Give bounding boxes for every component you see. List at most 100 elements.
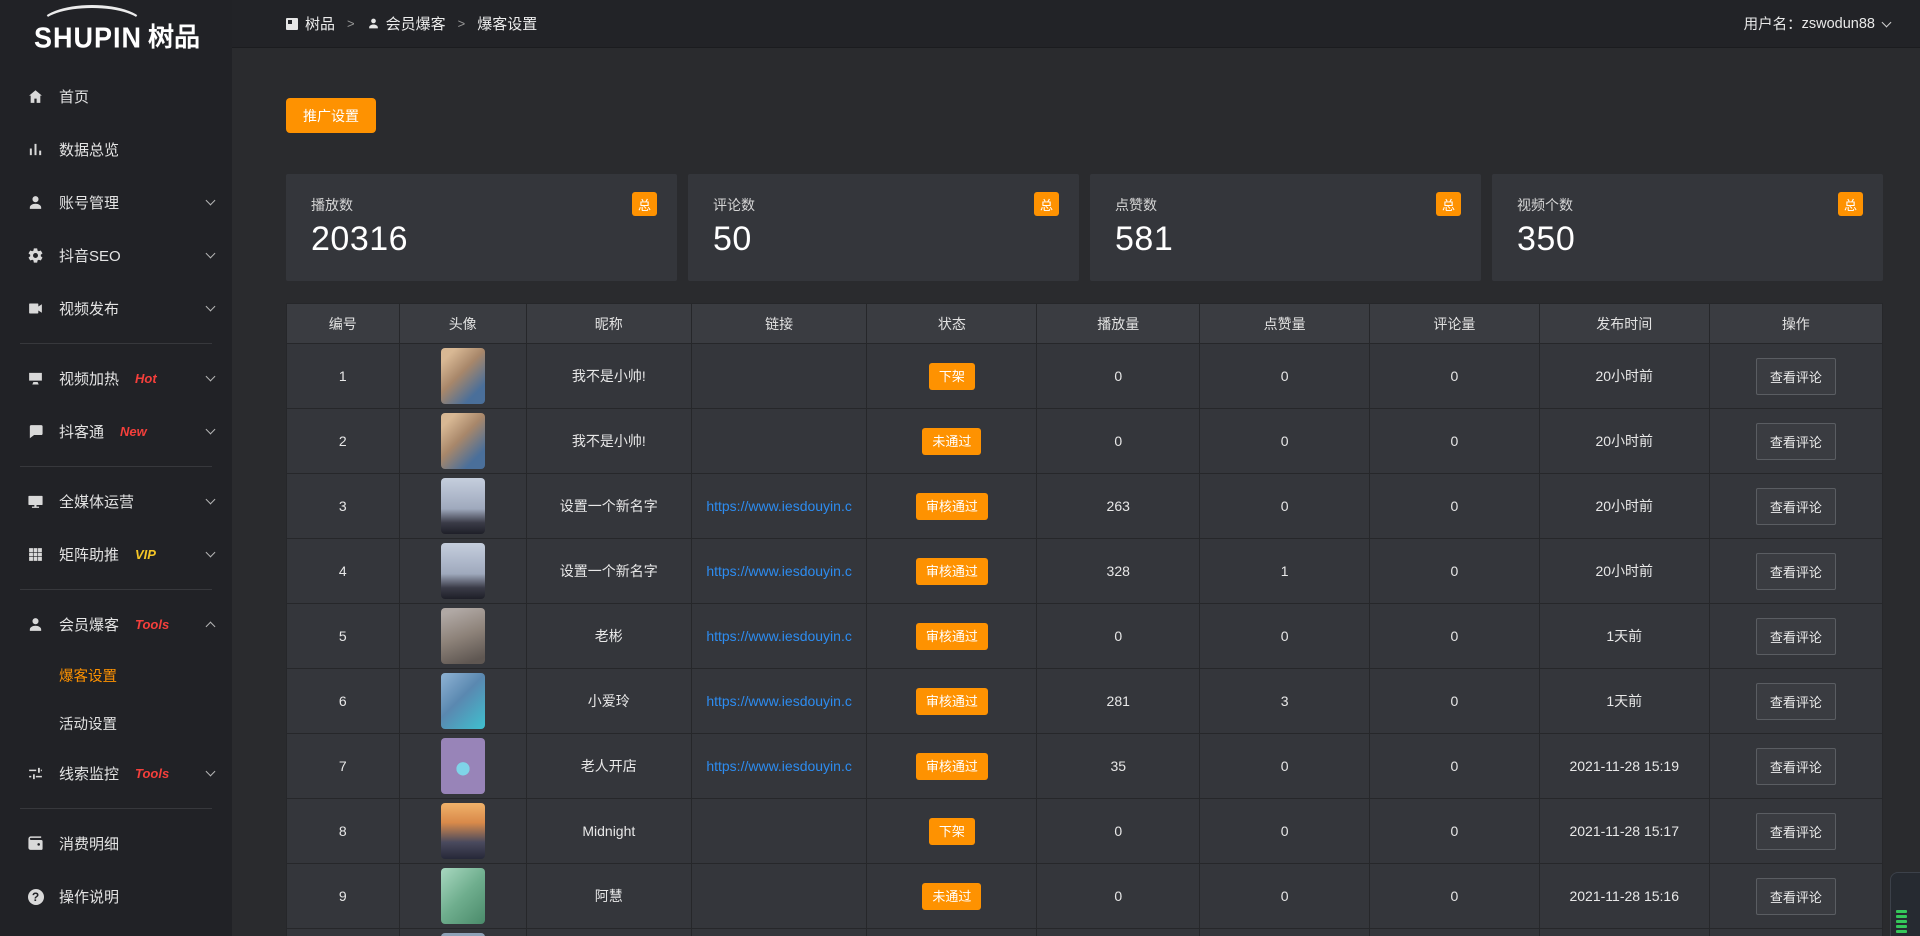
column-header: 昵称 bbox=[526, 304, 691, 344]
user-menu[interactable]: 用户名： zswodun88 bbox=[1744, 13, 1890, 34]
stat-label: 点赞数 bbox=[1115, 195, 1481, 215]
sidebar-item-member-baoke[interactable]: 会员爆客Tools bbox=[0, 598, 232, 651]
promo-settings-button[interactable]: 推广设置 bbox=[286, 98, 376, 133]
likes-count: 0 bbox=[1200, 409, 1370, 474]
stat-label: 播放数 bbox=[311, 195, 677, 215]
sidebar-item-clue-monitoring[interactable]: 线索监控Tools bbox=[0, 747, 232, 800]
chevron-down-icon bbox=[206, 249, 216, 259]
sidebar-item-label: 矩阵助推 bbox=[59, 544, 119, 565]
sidebar-subitem-activity-settings[interactable]: 活动设置 bbox=[0, 699, 232, 747]
sidebar-item-video-heating[interactable]: 视频加热Hot bbox=[0, 352, 232, 405]
sidebar-item-home[interactable]: 首页 bbox=[0, 70, 232, 123]
row-id: 3 bbox=[287, 474, 400, 539]
likes-count: 0 bbox=[1200, 734, 1370, 799]
sidebar-item-label: 首页 bbox=[59, 86, 89, 107]
sidebar-subitem-baoke-settings[interactable]: 爆客设置 bbox=[0, 651, 232, 699]
sidebar-item-video-publish[interactable]: 视频发布 bbox=[0, 282, 232, 335]
chevron-down-icon bbox=[206, 767, 216, 777]
video-link[interactable]: https://www.iesdouyin.c bbox=[706, 758, 852, 774]
publish-time bbox=[1539, 929, 1709, 936]
stat-card-comments: 评论数 50 总 bbox=[688, 174, 1079, 281]
view-comments-button[interactable]: 查看评论 bbox=[1756, 683, 1836, 720]
breadcrumb-item-member-baoke[interactable]: 会员爆客 bbox=[367, 13, 446, 34]
sidebar-item-omni-media-operation[interactable]: 全媒体运营 bbox=[0, 475, 232, 528]
floating-widget[interactable] bbox=[1890, 872, 1920, 936]
status-badge: 审核通过 bbox=[916, 558, 988, 585]
sidebar-item-matrix-boost[interactable]: 矩阵助推VIP bbox=[0, 528, 232, 581]
page-title: 爆客设置 bbox=[477, 13, 537, 34]
fullscreen-icon[interactable] bbox=[1704, 16, 1720, 32]
view-comments-button[interactable]: 查看评论 bbox=[1756, 358, 1836, 395]
publish-time: 1天前 bbox=[1539, 604, 1709, 669]
logo-text-cn: 树品 bbox=[148, 17, 200, 54]
table-row bbox=[287, 929, 1883, 936]
table-row: 8 Midnight 下架 0 0 0 2021-11-28 15:17 查看评… bbox=[287, 799, 1883, 864]
nickname: 小爱玲 bbox=[526, 669, 691, 734]
sidebar-item-tag: Hot bbox=[135, 371, 157, 386]
videos-table: 编号头像昵称链接状态播放量点赞量评论量发布时间操作 1 我不是小帅! 下架 0 … bbox=[286, 303, 1883, 936]
column-header: 播放量 bbox=[1037, 304, 1200, 344]
plays-count: 0 bbox=[1037, 344, 1200, 409]
row-id: 8 bbox=[287, 799, 400, 864]
breadcrumb-separator: > bbox=[458, 16, 466, 31]
publish-time: 20小时前 bbox=[1539, 539, 1709, 604]
video-link[interactable]: https://www.iesdouyin.c bbox=[706, 693, 852, 709]
comments-count: 0 bbox=[1370, 409, 1540, 474]
video-link[interactable]: https://www.iesdouyin.c bbox=[706, 628, 852, 644]
avatar bbox=[441, 738, 485, 794]
home-icon bbox=[27, 88, 44, 105]
view-comments-button[interactable]: 查看评论 bbox=[1756, 813, 1836, 850]
logo-text-en: SHUPIN bbox=[34, 22, 142, 55]
table-row: 3 设置一个新名字 https://www.iesdouyin.c 审核通过 2… bbox=[287, 474, 1883, 539]
comments-count bbox=[1370, 929, 1540, 936]
table-row: 9 阿慧 未通过 0 0 0 2021-11-28 15:16 查看评论 bbox=[287, 864, 1883, 929]
chevron-down-icon bbox=[1882, 17, 1892, 27]
video-link[interactable]: https://www.iesdouyin.c bbox=[706, 563, 852, 579]
avatar bbox=[441, 673, 485, 729]
username-value: zswodun88 bbox=[1802, 16, 1875, 32]
comments-count: 0 bbox=[1370, 799, 1540, 864]
table-row: 7 老人开店 https://www.iesdouyin.c 审核通过 35 0… bbox=[287, 734, 1883, 799]
row-id: 9 bbox=[287, 864, 400, 929]
sidebar-item-operation-guide[interactable]: ?操作说明 bbox=[0, 870, 232, 923]
nickname: 我不是小帅! bbox=[526, 409, 691, 474]
sidebar-item-data-overview[interactable]: 数据总览 bbox=[0, 123, 232, 176]
view-comments-button[interactable]: 查看评论 bbox=[1756, 748, 1836, 785]
comment-icon bbox=[27, 423, 44, 440]
sidebar-item-label: 视频发布 bbox=[59, 298, 119, 319]
sidebar-item-douyin-seo[interactable]: 抖音SEO bbox=[0, 229, 232, 282]
likes-count: 0 bbox=[1200, 344, 1370, 409]
total-badge: 总 bbox=[632, 192, 657, 216]
avatar bbox=[441, 413, 485, 469]
breadcrumb-item-shupin[interactable]: 树品 bbox=[286, 13, 335, 34]
plays-count: 263 bbox=[1037, 474, 1200, 539]
publish-time: 1天前 bbox=[1539, 669, 1709, 734]
sidebar-item-douketong[interactable]: 抖客通New bbox=[0, 405, 232, 458]
video-link[interactable]: https://www.iesdouyin.c bbox=[706, 498, 852, 514]
user-icon bbox=[27, 616, 44, 633]
sidebar-item-account-management[interactable]: 账号管理 bbox=[0, 176, 232, 229]
avatar bbox=[441, 543, 485, 599]
likes-count: 0 bbox=[1200, 864, 1370, 929]
stat-card-plays: 播放数 20316 总 bbox=[286, 174, 677, 281]
view-comments-button[interactable]: 查看评论 bbox=[1756, 423, 1836, 460]
plays-count: 0 bbox=[1037, 604, 1200, 669]
sidebar-item-consumption-details[interactable]: 消费明细 bbox=[0, 817, 232, 870]
view-comments-button[interactable]: 查看评论 bbox=[1756, 878, 1836, 915]
nickname: 我不是小帅! bbox=[526, 344, 691, 409]
chevron-down-icon bbox=[206, 196, 216, 206]
total-badge: 总 bbox=[1838, 192, 1863, 216]
view-comments-button[interactable]: 查看评论 bbox=[1756, 618, 1836, 655]
nickname: 老彬 bbox=[526, 604, 691, 669]
view-comments-button[interactable]: 查看评论 bbox=[1756, 553, 1836, 590]
app-logo: SHUPIN 树品 bbox=[0, 0, 232, 60]
bar-chart-icon bbox=[27, 141, 44, 158]
sliders-icon bbox=[27, 765, 44, 782]
chevron-down-icon bbox=[206, 425, 216, 435]
likes-count: 0 bbox=[1200, 474, 1370, 539]
comments-count: 0 bbox=[1370, 604, 1540, 669]
chevron-up-icon bbox=[206, 622, 216, 632]
breadcrumb: 树品 > 会员爆客 > 爆客设置 bbox=[286, 13, 537, 34]
view-comments-button[interactable]: 查看评论 bbox=[1756, 488, 1836, 525]
publish-time: 20小时前 bbox=[1539, 474, 1709, 539]
